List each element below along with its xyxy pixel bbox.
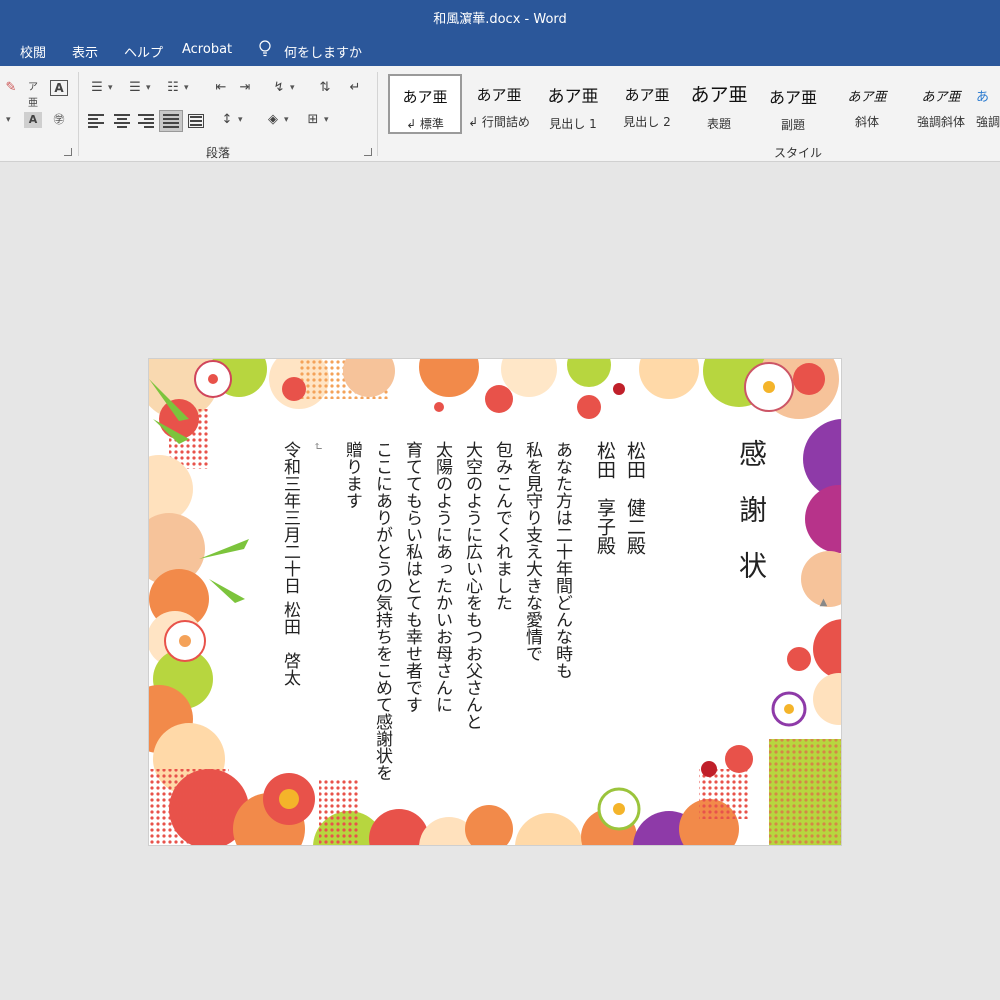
increase-indent-icon[interactable]: ⇥ — [236, 80, 254, 96]
paragraph-group-label: 段落 — [206, 146, 231, 160]
sender-name: 松田 啓太 — [280, 601, 300, 686]
recipient-father: 松田 健二殿 — [624, 441, 646, 555]
justify-icon[interactable] — [163, 114, 179, 128]
body-line-5: 太陽のようにあったかいお母さんに — [432, 441, 452, 713]
title-bar: 和風濵華.docx - Word — [0, 0, 1000, 34]
tab-review[interactable]: 校閲 — [20, 42, 46, 61]
style-name: 表題 — [706, 117, 731, 131]
chevron-down-icon[interactable]: ▾ — [146, 80, 154, 96]
numbering-icon[interactable]: ☰ — [126, 80, 144, 96]
sort-icon[interactable]: ⇅ — [316, 80, 334, 96]
ribbon: ✎ ア亜 A ▾ A ㊫ ☰ ▾ ☰ ▾ ☷ ▾ ⇤ ⇥ ↯ ▾ ⇅ ↵ ↕ ▾… — [0, 66, 1000, 162]
text-direction-icon[interactable]: ↯ — [270, 80, 288, 96]
style-sample: あ — [976, 90, 990, 105]
style-name: ↲ 行間詰め — [468, 115, 530, 129]
tab-help[interactable]: ヘルプ — [124, 42, 163, 61]
styles-group-label: スタイル — [774, 146, 823, 160]
style-name: 見出し 1 — [549, 117, 597, 131]
style-subtitle[interactable]: あア亜 副題 — [756, 74, 830, 134]
font-launcher-icon[interactable] — [64, 148, 72, 156]
style-normal[interactable]: あア亜 ↲ 標準 — [388, 74, 462, 134]
body-line-2: 私を見守り支え大きな愛情で — [522, 441, 542, 662]
enclosed-character-icon[interactable]: ㊫ — [50, 112, 68, 128]
chevron-down-icon[interactable]: ▾ — [238, 112, 246, 128]
body-line-7: ここにありがとうの気持ちをこめて感謝状を — [372, 441, 392, 781]
body-line-8: 贈ります — [342, 441, 362, 509]
style-sample: あア亜 — [690, 84, 748, 106]
chevron-down-icon[interactable]: ▾ — [290, 80, 298, 96]
window-title: 和風濵華.docx - Word — [433, 12, 567, 27]
align-left-icon[interactable] — [88, 114, 104, 128]
line-spacing-icon[interactable]: ↕ — [218, 112, 236, 128]
character-shading-icon[interactable]: A — [24, 112, 42, 128]
body-line-6: 育ててもらい私はとても幸せ者です — [402, 441, 422, 713]
decrease-indent-icon[interactable]: ⇤ — [212, 80, 230, 96]
phonetic-guide-icon[interactable]: ア亜 — [24, 80, 42, 109]
style-sample: あア亜 — [847, 90, 887, 105]
style-sample: あア亜 — [921, 90, 961, 105]
style-sample: あア亜 — [402, 88, 448, 106]
body-line-3: 包みこんでくれました — [492, 441, 512, 611]
recipient-mother: 松田 享子殿 — [594, 441, 616, 555]
styles-gallery: あア亜 ↲ 標準 あア亜 ↲ 行間詰め あア亜 見出し 1 あア亜 見出し 2 … — [384, 72, 1000, 138]
bullets-icon[interactable]: ☰ — [88, 80, 106, 96]
align-right-icon[interactable] — [138, 114, 154, 128]
chevron-down-icon[interactable]: ▾ — [108, 80, 116, 96]
highlight-icon[interactable]: ✎ — [2, 80, 20, 96]
group-separator — [78, 72, 79, 156]
tab-view[interactable]: 表示 — [72, 42, 98, 61]
style-heading1[interactable]: あア亜 見出し 1 — [536, 74, 610, 134]
style-heading2[interactable]: あア亜 見出し 2 — [610, 74, 684, 134]
distributed-icon[interactable] — [188, 114, 204, 128]
empty-paragraph-mark: ↵ — [311, 441, 325, 452]
document-canvas: 感 謝 状 ▲ 松田 健二殿 松田 享子殿 あなた方は二十年間どんな時も 私を見… — [0, 162, 1000, 1000]
tell-me-search[interactable]: 何をしますか — [284, 42, 362, 61]
style-name: 斜体 — [854, 115, 879, 129]
borders-icon[interactable]: ⊞ — [304, 112, 322, 128]
style-name: ↲ 標準 — [406, 117, 444, 131]
chevron-down-icon[interactable]: ▾ — [284, 112, 292, 128]
style-intense-emphasis[interactable]: あア亜 強調斜体 — [904, 74, 978, 134]
style-sample: あア亜 — [476, 86, 522, 104]
paragraph-mark: ▲ — [818, 597, 829, 608]
shading-icon[interactable]: ◈ — [264, 112, 282, 128]
body-line-4: 大空のように広い心をもつお父さんと — [462, 441, 482, 730]
chevron-down-icon[interactable]: ▾ — [184, 80, 192, 96]
menu-bar: 校閲 表示 ヘルプ Acrobat 何をしますか — [0, 34, 1000, 66]
style-sample: あア亜 — [624, 86, 670, 104]
lightbulb-icon — [259, 40, 271, 57]
chevron-down-icon[interactable]: ▾ — [6, 112, 14, 128]
certificate-title: 感 謝 状 — [735, 439, 768, 579]
tab-acrobat[interactable]: Acrobat — [182, 42, 232, 57]
style-name: 見出し 2 — [623, 115, 671, 129]
paragraph-launcher-icon[interactable] — [364, 148, 372, 156]
document-page[interactable]: 感 謝 状 ▲ 松田 健二殿 松田 享子殿 あなた方は二十年間どんな時も 私を見… — [148, 358, 842, 846]
style-no-spacing[interactable]: あア亜 ↲ 行間詰め — [462, 74, 536, 134]
style-sample: あア亜 — [547, 87, 599, 107]
style-name: 強調斜体 — [916, 115, 965, 129]
style-emphasis-italic[interactable]: あア亜 斜体 — [830, 74, 904, 134]
date-line: 令和三年三月二十日 — [280, 441, 300, 594]
style-name: 副題 — [780, 118, 805, 132]
group-separator — [377, 72, 378, 156]
style-strong[interactable]: あ 強調 — [976, 74, 1000, 134]
style-sample: あア亜 — [768, 88, 817, 107]
chevron-down-icon[interactable]: ▾ — [324, 112, 332, 128]
character-border-icon[interactable]: A — [50, 80, 68, 96]
multilevel-list-icon[interactable]: ☷ — [164, 80, 182, 96]
show-marks-icon[interactable]: ↵ — [346, 80, 364, 96]
style-title[interactable]: あア亜 表題 — [682, 74, 756, 134]
style-name: 強調 — [976, 115, 1000, 129]
align-center-icon[interactable] — [114, 114, 130, 128]
body-line-1: あなた方は二十年間どんな時も — [552, 441, 572, 679]
